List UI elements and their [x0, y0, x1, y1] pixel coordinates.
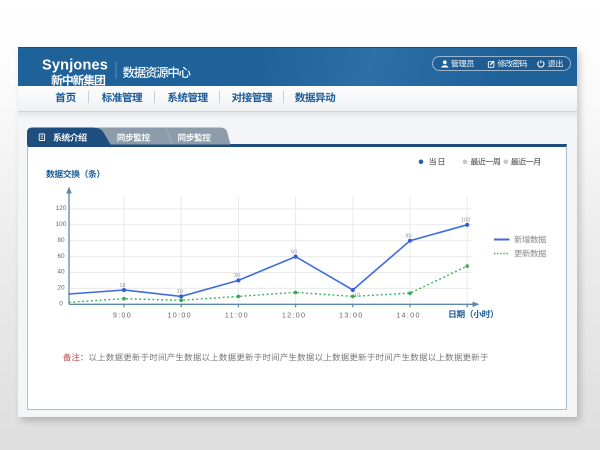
svg-text:60: 60: [291, 249, 297, 255]
svg-text:100: 100: [56, 221, 67, 228]
svg-text:30: 30: [234, 273, 240, 279]
svg-text:10:00: 10:00: [167, 310, 192, 319]
svg-text:9:00: 9:00: [113, 310, 132, 319]
svg-text:20: 20: [57, 285, 65, 292]
svg-text:40: 40: [57, 269, 65, 276]
svg-text:60: 60: [57, 253, 65, 260]
svg-text:10: 10: [177, 289, 183, 295]
svg-text:100: 100: [461, 218, 470, 224]
svg-text:80: 80: [57, 237, 65, 244]
svg-text:18: 18: [119, 283, 125, 289]
svg-text:12:00: 12:00: [282, 310, 307, 319]
svg-text:80: 80: [405, 234, 411, 240]
svg-text:11:00: 11:00: [225, 310, 249, 319]
svg-text:14:00: 14:00: [396, 310, 421, 319]
svg-text:Synjones: Synjones: [42, 58, 108, 74]
svg-text:10: 10: [354, 293, 360, 299]
svg-text:13:00: 13:00: [339, 310, 364, 319]
svg-text:120: 120: [56, 205, 67, 212]
svg-text:0: 0: [59, 301, 63, 308]
